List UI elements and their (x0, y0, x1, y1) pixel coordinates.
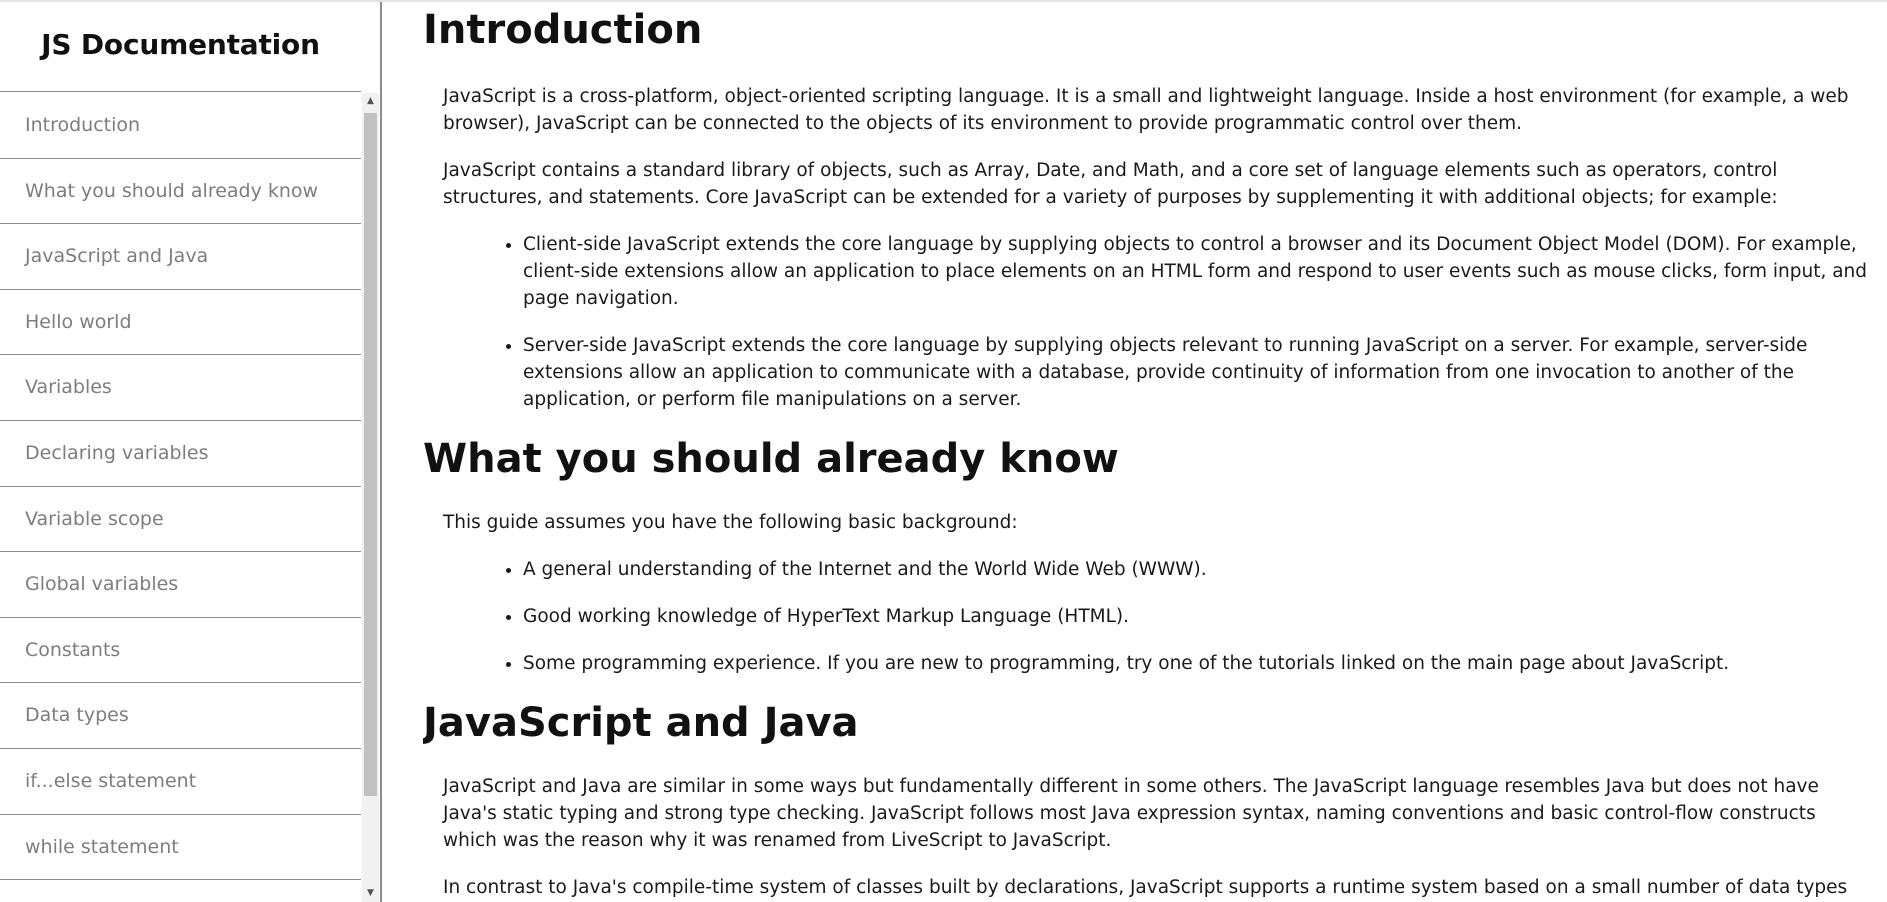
paragraph: JavaScript and Java are similar in some … (443, 776, 1819, 851)
list-item: Server-side JavaScript extends the core … (523, 332, 1873, 413)
nav-item-variable-scope[interactable]: Variable scope (0, 487, 361, 553)
sidebar-header: JS Documentation (0, 2, 361, 92)
bullet-list: Client-side JavaScript extends the core … (423, 231, 1873, 413)
scroll-up-arrow-icon[interactable]: ▲ (362, 93, 379, 110)
section-title: What you should already know (423, 436, 1119, 482)
section-what-you-should-already-know: What you should already know This guide … (423, 435, 1873, 677)
section-title: JavaScript and Java (423, 700, 859, 746)
nav-item-global-variables[interactable]: Global variables (0, 552, 361, 618)
nav-scrollbar[interactable]: ▲ ▼ (362, 93, 379, 902)
section-title: Introduction (423, 7, 703, 53)
main-content: Introduction JavaScript is a cross-platf… (423, 2, 1873, 902)
nav-item-variables[interactable]: Variables (0, 355, 361, 421)
nav-item-if-else-statement[interactable]: if...else statement (0, 749, 361, 815)
list-item: A general understanding of the Internet … (523, 556, 1873, 583)
paragraph: JavaScript is a cross-platform, object-o… (443, 86, 1849, 134)
nav-item-while-statement[interactable]: while statement (0, 815, 361, 881)
nav-item-hello-world[interactable]: Hello world (0, 290, 361, 356)
nav-item-introduction[interactable]: Introduction (0, 93, 361, 159)
sidebar-nav: JS Documentation Introduction What you s… (0, 2, 382, 902)
sidebar-title: JS Documentation (41, 28, 320, 61)
section-javascript-and-java: JavaScript and Java JavaScript and Java … (423, 699, 1873, 901)
bullet-list: A general understanding of the Internet … (423, 556, 1873, 677)
scroll-down-arrow-icon[interactable]: ▼ (362, 885, 379, 902)
nav-item-constants[interactable]: Constants (0, 618, 361, 684)
section-introduction: Introduction JavaScript is a cross-platf… (423, 6, 1873, 413)
list-item: Client-side JavaScript extends the core … (523, 231, 1873, 312)
list-item: Good working knowledge of HyperText Mark… (523, 603, 1873, 630)
nav-item-data-types[interactable]: Data types (0, 683, 361, 749)
paragraph: In contrast to Java's compile-time syste… (443, 877, 1848, 898)
nav-item-what-you-should-already-know[interactable]: What you should already know (0, 159, 361, 225)
scroll-thumb[interactable] (364, 113, 377, 796)
paragraph: JavaScript contains a standard library o… (443, 160, 1778, 208)
nav-item-declaring-variables[interactable]: Declaring variables (0, 421, 361, 487)
page: JS Documentation Introduction What you s… (0, 0, 1887, 902)
list-item: Some programming experience. If you are … (523, 650, 1873, 677)
nav-list[interactable]: Introduction What you should already kno… (0, 93, 361, 902)
nav-item-javascript-and-java[interactable]: JavaScript and Java (0, 224, 361, 290)
paragraph: This guide assumes you have the followin… (443, 512, 1018, 533)
